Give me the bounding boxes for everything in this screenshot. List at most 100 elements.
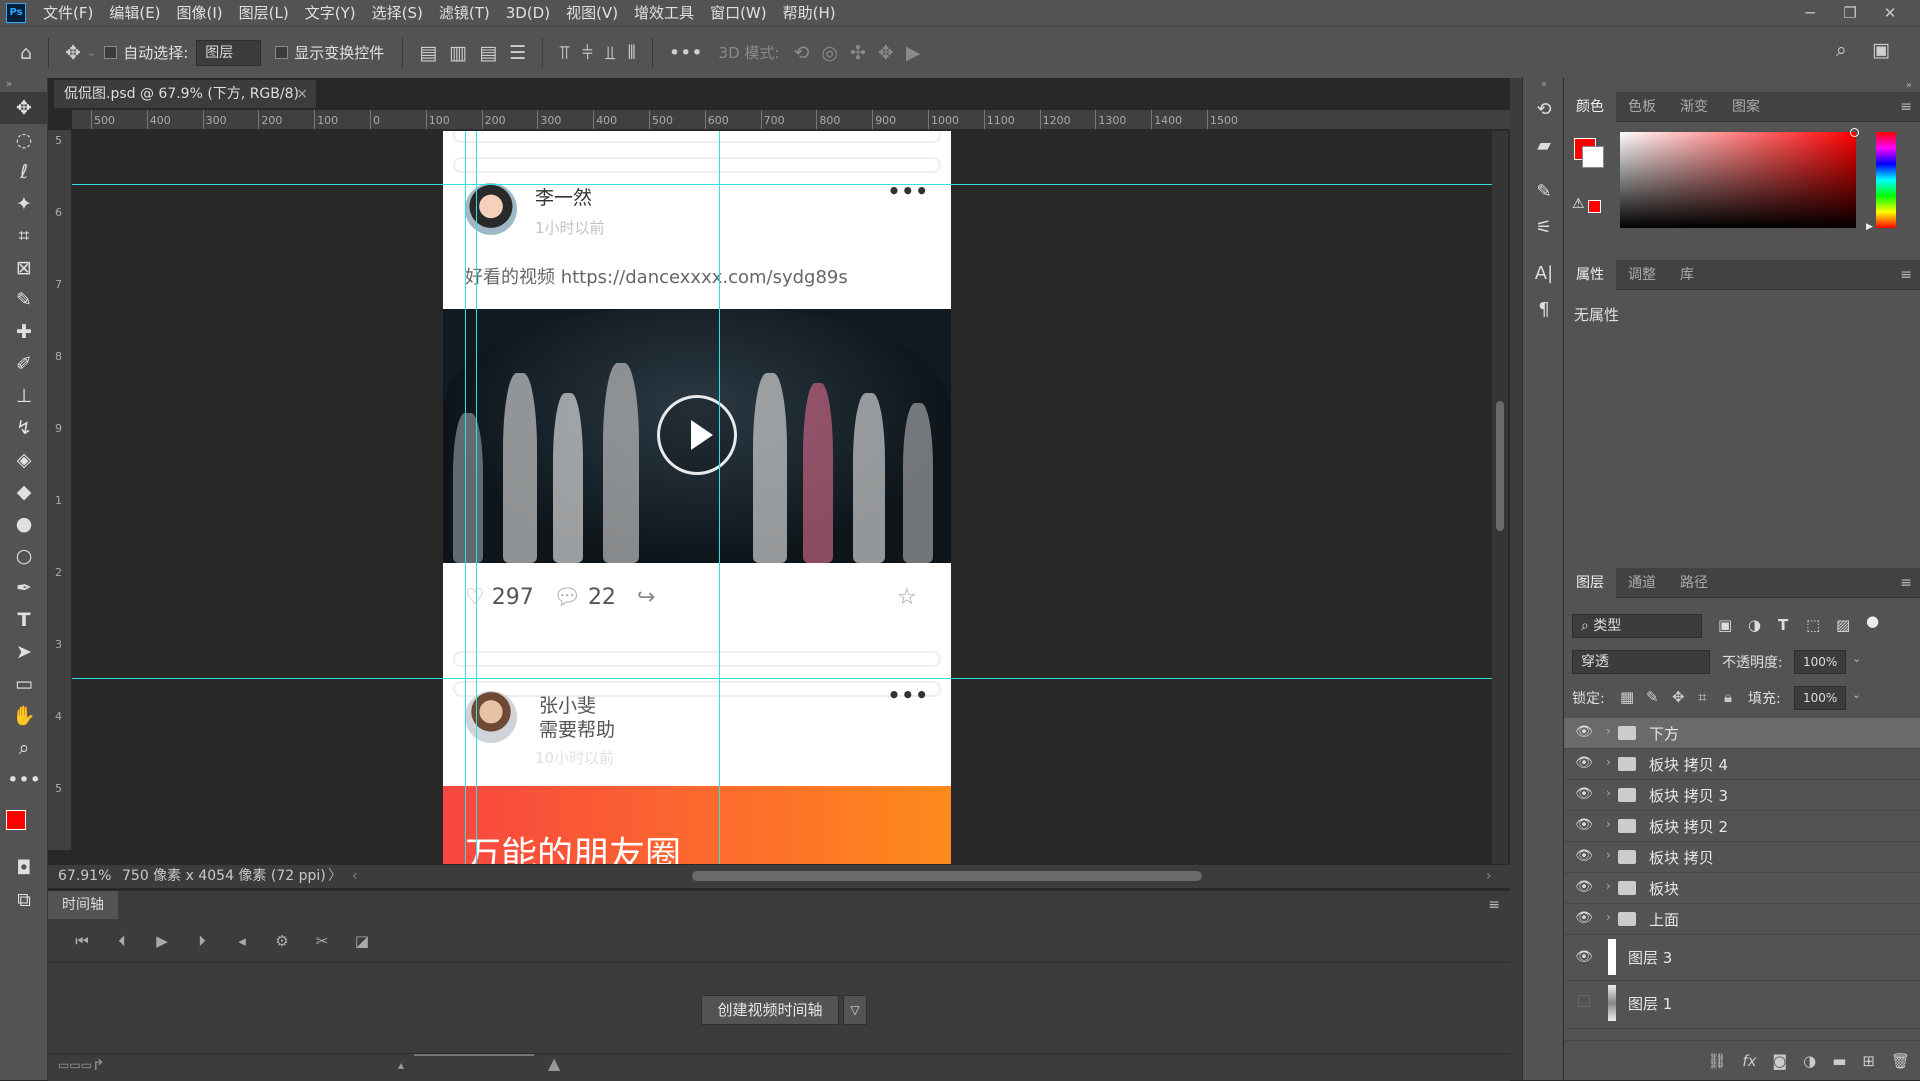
- path-selection-icon[interactable]: ➤: [0, 636, 48, 668]
- orbit-3d-icon[interactable]: ⟲: [793, 42, 809, 64]
- move-tool-icon[interactable]: ✥: [0, 92, 48, 124]
- tab-gradients[interactable]: 渐变: [1668, 92, 1720, 122]
- settings-icon[interactable]: ⚙: [262, 932, 302, 950]
- workspace-icon[interactable]: ▣: [1872, 39, 1890, 61]
- tab-patterns[interactable]: 图案: [1720, 92, 1772, 122]
- pan-3d-icon[interactable]: ✣: [850, 42, 866, 64]
- menu-type[interactable]: 文字(Y): [297, 0, 364, 26]
- tab-adjustments[interactable]: 调整: [1616, 260, 1668, 290]
- layer-name[interactable]: 图层 1: [1628, 993, 1672, 1014]
- fill-input[interactable]: 100%: [1794, 686, 1846, 710]
- play-icon[interactable]: ▶: [142, 932, 182, 950]
- paragraph-icon[interactable]: ¶: [1523, 292, 1565, 328]
- tab-properties[interactable]: 属性: [1564, 259, 1616, 290]
- expand-arrow-icon[interactable]: ›: [1606, 817, 1611, 831]
- color-picker-cursor[interactable]: [1850, 128, 1859, 137]
- menu-layer[interactable]: 图层(L): [231, 0, 297, 26]
- panel-menu-icon[interactable]: ≡: [1900, 568, 1912, 598]
- adjustments-icon[interactable]: ⚟: [1523, 210, 1565, 246]
- lock-pixels-icon[interactable]: ✎: [1646, 688, 1659, 706]
- layer-name[interactable]: 上面: [1649, 909, 1679, 930]
- hand-tool-icon[interactable]: ✋: [0, 700, 48, 732]
- menu-image[interactable]: 图像(I): [169, 0, 231, 26]
- layer-row[interactable]: 图层 1: [1564, 981, 1920, 1029]
- layer-filter-dropdown[interactable]: ⌕ 类型: [1572, 614, 1702, 638]
- roll-3d-icon[interactable]: ◎: [821, 42, 838, 64]
- menu-view[interactable]: 视图(V): [558, 0, 626, 26]
- healing-brush-icon[interactable]: ✚: [0, 316, 48, 348]
- eyedropper-icon[interactable]: ✎: [0, 284, 48, 316]
- eye-icon[interactable]: 👁︎: [1574, 724, 1594, 740]
- home-icon[interactable]: ⌂: [20, 42, 32, 64]
- previous-frame-icon[interactable]: ⏴: [102, 932, 142, 950]
- play-icon[interactable]: [657, 395, 737, 475]
- filter-toggle-icon[interactable]: ●: [1866, 612, 1879, 630]
- hue-slider-marker[interactable]: ▶: [1866, 222, 1873, 232]
- menu-help[interactable]: 帮助(H): [775, 0, 844, 26]
- history-brush-icon[interactable]: ↯: [0, 412, 48, 444]
- filter-adjustment-icon[interactable]: ◑: [1748, 616, 1761, 634]
- minimize-button[interactable]: ─: [1790, 0, 1830, 26]
- menu-edit[interactable]: 编辑(E): [101, 0, 168, 26]
- menu-3d[interactable]: 3D(D): [498, 0, 558, 26]
- menu-window[interactable]: 窗口(W): [702, 0, 775, 26]
- expand-arrow-icon[interactable]: ›: [1606, 879, 1611, 893]
- timeline-tab[interactable]: 时间轴: [48, 891, 118, 919]
- frame-tool-icon[interactable]: ⊠: [0, 252, 48, 284]
- username[interactable]: 李一然: [535, 183, 592, 210]
- align-bottom-icon[interactable]: ⫫: [605, 42, 616, 64]
- marquee-tool-icon[interactable]: ◌: [0, 124, 48, 156]
- tab-color[interactable]: 颜色: [1564, 91, 1616, 122]
- more-options-icon[interactable]: •••: [669, 42, 703, 64]
- share-icon[interactable]: ↪: [637, 585, 655, 610]
- paint-bucket-icon[interactable]: ◆: [0, 476, 48, 508]
- new-group-icon[interactable]: ▬: [1832, 1052, 1846, 1070]
- auto-select-dropdown[interactable]: 图层: [196, 39, 262, 66]
- expand-arrow-icon[interactable]: ›: [1606, 724, 1611, 738]
- align-middle-icon[interactable]: ⫩: [582, 42, 593, 64]
- render-icon[interactable]: ↱: [92, 1056, 105, 1074]
- chevron-right-icon[interactable]: 〉: [328, 865, 342, 887]
- align-right-icon[interactable]: ▤: [479, 42, 497, 64]
- quick-mask-icon[interactable]: ◘: [0, 852, 48, 884]
- eye-icon[interactable]: 👁︎: [1574, 755, 1594, 771]
- layer-row[interactable]: 👁︎ › 板块 拷贝: [1564, 842, 1920, 873]
- audio-icon[interactable]: ◂: [222, 932, 262, 950]
- link-layers-icon[interactable]: ⛓: [1707, 1052, 1726, 1070]
- move-tool-icon[interactable]: ✥: [65, 42, 81, 64]
- scroll-right-icon[interactable]: ›: [1486, 865, 1492, 887]
- tab-layers[interactable]: 图层: [1564, 567, 1616, 598]
- filter-pixel-icon[interactable]: ▣: [1718, 616, 1732, 634]
- menu-plugins[interactable]: 增效工具: [626, 0, 702, 26]
- menu-file[interactable]: 文件(F): [35, 0, 101, 26]
- lock-artboard-icon[interactable]: ⌗: [1698, 688, 1706, 706]
- layer-name[interactable]: 板块 拷贝 2: [1649, 816, 1728, 837]
- tab-libraries[interactable]: 库: [1668, 260, 1706, 290]
- delete-layer-icon[interactable]: 🗑︎: [1891, 1052, 1910, 1070]
- stamp-tool-icon[interactable]: ⊥: [0, 380, 48, 412]
- next-frame-icon[interactable]: ⏵: [182, 932, 222, 950]
- more-tools-icon[interactable]: •••: [0, 764, 48, 796]
- canvas[interactable]: 李一然 1小时以前 ••• 好看的视频 https://dancexxxx.co…: [72, 131, 1492, 864]
- expand-arrow-icon[interactable]: ›: [1606, 910, 1611, 924]
- comment-button[interactable]: 💬︎ 22: [553, 585, 616, 610]
- align-left-icon[interactable]: ▤: [419, 42, 437, 64]
- layer-row[interactable]: 👁︎ › 板块 拷贝 3: [1564, 780, 1920, 811]
- blur-tool-icon[interactable]: ●: [0, 508, 48, 540]
- zoom-out-icon[interactable]: ▴: [398, 1058, 404, 1072]
- hue-slider[interactable]: [1876, 132, 1896, 228]
- horizontal-scrollbar[interactable]: [692, 871, 1202, 881]
- lock-all-icon[interactable]: 🔒︎: [1724, 688, 1732, 706]
- camera-3d-icon[interactable]: ▶: [906, 42, 921, 64]
- history-icon[interactable]: ⟲: [1523, 92, 1565, 128]
- new-layer-icon[interactable]: ⊞: [1862, 1052, 1875, 1070]
- zoom-level[interactable]: 67.91%: [58, 865, 111, 887]
- visibility-toggle[interactable]: [1578, 995, 1590, 1007]
- crop-tool-icon[interactable]: ⌗: [0, 220, 48, 252]
- tab-paths[interactable]: 路径: [1668, 568, 1720, 598]
- frames-icon[interactable]: ▭▭▭: [58, 1058, 92, 1072]
- scroll-thumb[interactable]: [1496, 401, 1504, 531]
- type-tool-icon[interactable]: T: [0, 604, 48, 636]
- layer-name[interactable]: 板块 拷贝 4: [1649, 754, 1728, 775]
- document-info[interactable]: 750 像素 x 4054 像素 (72 ppi): [122, 865, 326, 887]
